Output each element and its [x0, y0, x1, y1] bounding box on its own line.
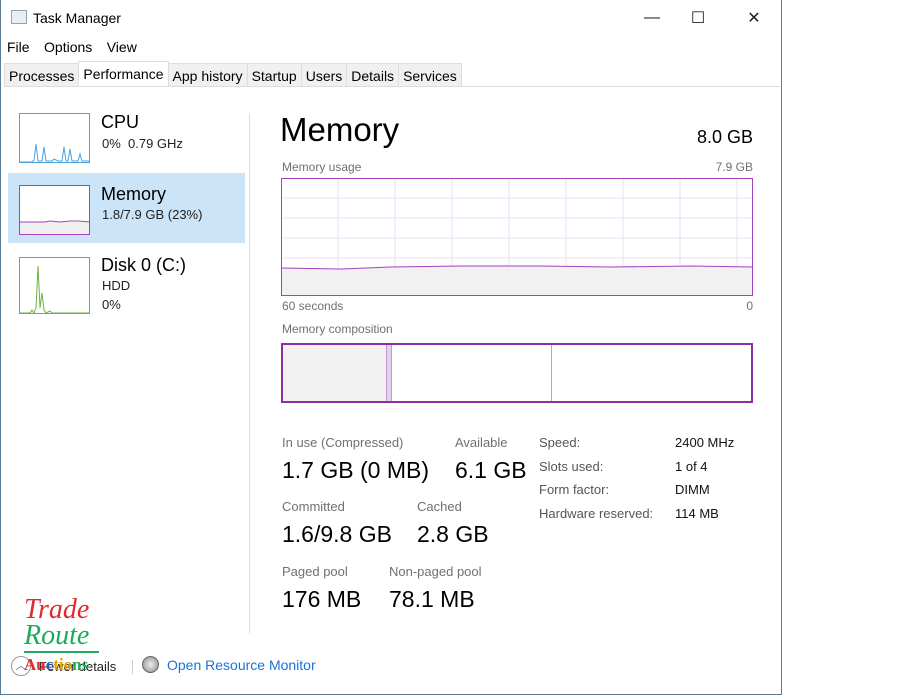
usage-max: 7.9 GB	[715, 160, 753, 174]
usage-label: Memory usage	[282, 160, 362, 174]
svg-text:Auctions: Auctions	[24, 655, 89, 674]
cached-label: Cached	[417, 499, 462, 514]
in-use-label: In use (Compressed)	[282, 435, 404, 450]
available-value: 6.1 GB	[455, 457, 527, 483]
open-resource-monitor-link[interactable]: Open Resource Monitor	[142, 656, 316, 673]
app-icon	[11, 10, 27, 24]
sidebar-item-memory[interactable]: Memory 1.8/7.9 GB (23%)	[8, 173, 245, 243]
composition-label: Memory composition	[282, 322, 393, 336]
composition-in-use[interactable]	[283, 345, 387, 401]
menu-file[interactable]: File	[7, 39, 30, 55]
available-label: Available	[455, 435, 508, 450]
close-button[interactable]: ✕	[731, 4, 777, 32]
tab-processes[interactable]: Processes	[4, 63, 80, 87]
footer-divider	[132, 660, 133, 674]
slots-label: Slots used:	[539, 459, 604, 474]
non-paged-pool-label: Non-paged pool	[389, 564, 482, 579]
open-resource-monitor-label: Open Resource Monitor	[167, 656, 316, 673]
minimize-button[interactable]: —	[629, 4, 675, 32]
disk-type: HDD	[102, 278, 131, 293]
menu-options[interactable]: Options	[44, 39, 92, 55]
hardware-reserved-label: Hardware reserved:	[539, 506, 654, 521]
in-use-value: 1.7 GB (0 MB)	[282, 457, 429, 483]
disk-label: Disk 0 (C:)	[101, 255, 186, 275]
disk-usage: 0%	[102, 297, 121, 312]
committed-value: 1.6/9.8 GB	[282, 521, 392, 547]
hardware-reserved-value: 114 MB	[675, 506, 719, 521]
total-memory: 8.0 GB	[696, 127, 753, 147]
tab-details[interactable]: Details	[346, 63, 400, 87]
non-paged-pool-value: 78.1 MB	[389, 586, 475, 612]
tab-services[interactable]: Services	[398, 63, 462, 87]
window-title: Task Manager	[33, 10, 121, 26]
composition-standby[interactable]	[392, 345, 552, 401]
tab-startup[interactable]: Startup	[246, 63, 302, 87]
form-factor-label: Form factor:	[539, 482, 610, 497]
tab-app-history[interactable]: App history	[167, 63, 248, 87]
paged-pool-label: Paged pool	[282, 564, 348, 579]
cpu-usage: 0% 0.79 GHz	[102, 136, 183, 151]
memory-usage-graph	[281, 178, 753, 296]
tab-users[interactable]: Users	[300, 63, 348, 87]
resource-monitor-icon	[142, 656, 159, 673]
tab-bar: Processes Performance App history Startu…	[4, 61, 780, 87]
slots-value: 1 of 4	[675, 459, 708, 474]
page-title: Memory	[280, 111, 400, 148]
menu-bar: File Options View	[7, 39, 147, 57]
memory-usage: 1.8/7.9 GB (23%)	[102, 207, 203, 222]
disk-thumbnail-graph	[19, 257, 90, 314]
sidebar-item-disk[interactable]: Disk 0 (C:) HDD 0%	[8, 248, 245, 320]
memory-label: Memory	[101, 184, 167, 204]
cached-value: 2.8 GB	[417, 521, 489, 547]
maximize-button[interactable]: ☐	[675, 4, 721, 32]
divider	[249, 113, 250, 633]
sidebar-item-cpu[interactable]: CPU 0% 0.79 GHz	[8, 104, 245, 172]
form-factor-value: DIMM	[675, 482, 710, 497]
composition-free[interactable]	[552, 345, 751, 401]
task-manager-window: Task Manager — ☐ ✕ File Options View Pro…	[0, 0, 782, 695]
axis-left-label: 60 seconds	[282, 299, 344, 313]
cpu-label: CPU	[101, 112, 140, 132]
menu-view[interactable]: View	[107, 39, 137, 55]
speed-label: Speed:	[539, 435, 581, 450]
trade-route-auctions-watermark-logo: Trade Route Auctions	[23, 594, 99, 674]
memory-composition-bar	[281, 343, 753, 403]
memory-thumbnail-graph	[19, 185, 90, 235]
tab-performance[interactable]: Performance	[78, 61, 169, 86]
committed-label: Committed	[282, 499, 345, 514]
paged-pool-value: 176 MB	[282, 586, 362, 612]
cpu-thumbnail-graph	[19, 113, 90, 163]
axis-right-label: 0	[746, 299, 753, 313]
speed-value: 2400 MHz	[675, 435, 735, 450]
svg-text:Route: Route	[23, 620, 89, 651]
